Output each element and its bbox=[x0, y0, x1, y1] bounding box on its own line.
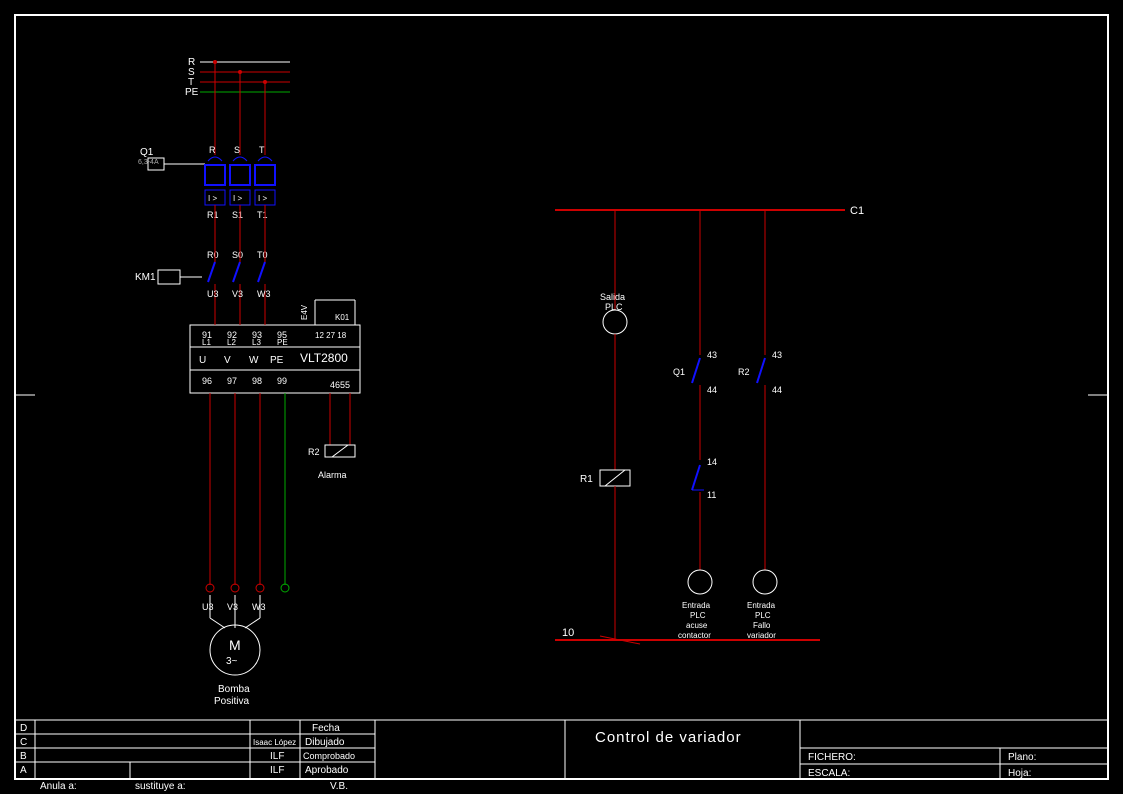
svg-text:Fecha: Fecha bbox=[312, 723, 340, 734]
svg-text:97: 97 bbox=[227, 376, 237, 386]
svg-text:U3: U3 bbox=[207, 289, 219, 299]
r2-alarm: Alarma bbox=[318, 470, 347, 480]
svg-text:Entrada: Entrada bbox=[747, 601, 776, 610]
drive-vlt2800: 91 92 93 95 12 27 18 L1 L2 L3 PE VLT2800… bbox=[190, 300, 360, 480]
motor-name-1: Bomba bbox=[218, 684, 250, 695]
cad-drawing-canvas: R S T PE Q1 6,3-4A R S T bbox=[0, 0, 1123, 794]
svg-text:Aprobado: Aprobado bbox=[305, 765, 349, 776]
svg-text:43: 43 bbox=[772, 350, 782, 360]
svg-text:variador: variador bbox=[747, 631, 776, 640]
svg-text:A: A bbox=[20, 765, 27, 776]
escala-label: ESCALA: bbox=[808, 768, 850, 779]
svg-text:11: 11 bbox=[707, 490, 716, 500]
svg-text:S1: S1 bbox=[232, 210, 243, 220]
svg-text:99: 99 bbox=[277, 376, 287, 386]
svg-text:T1: T1 bbox=[257, 210, 268, 220]
hoja-label: Hoja: bbox=[1008, 768, 1031, 779]
svg-text:D: D bbox=[20, 723, 27, 734]
svg-text:Fallo: Fallo bbox=[753, 621, 771, 630]
svg-text:I >: I > bbox=[208, 194, 217, 203]
svg-text:I >: I > bbox=[258, 194, 267, 203]
svg-text:W3: W3 bbox=[252, 602, 266, 612]
motor-phase: 3~ bbox=[226, 656, 238, 667]
svg-text:W: W bbox=[249, 355, 259, 366]
svg-text:44: 44 bbox=[772, 385, 782, 395]
motor: U3 V3 W3 M 3~ Bomba Positiva bbox=[202, 595, 266, 707]
svg-text:ILF: ILF bbox=[270, 765, 284, 776]
svg-text:U3: U3 bbox=[202, 602, 214, 612]
svg-text:L3: L3 bbox=[252, 338, 261, 347]
svg-text:96: 96 bbox=[202, 376, 212, 386]
svg-text:44: 44 bbox=[707, 385, 717, 395]
drawing-title: Control de variador bbox=[595, 729, 742, 746]
svg-text:E4V: E4V bbox=[300, 304, 309, 320]
bus-c1: C1 bbox=[850, 205, 864, 217]
svg-text:12 27 18: 12 27 18 bbox=[315, 331, 347, 340]
svg-text:S0: S0 bbox=[232, 250, 243, 260]
svg-text:43: 43 bbox=[707, 350, 717, 360]
svg-text:V: V bbox=[224, 355, 231, 366]
power-circuit: R S T PE Q1 6,3-4A R S T bbox=[135, 57, 360, 707]
contactor-km1: KM1 R0 S0 T0 U3 V3 W3 bbox=[135, 250, 271, 320]
svg-text:W3: W3 bbox=[257, 289, 271, 299]
breaker-q1: Q1 6,3-4A R S T I > I > I > R1 S1 T1 bbox=[138, 145, 275, 250]
svg-text:I >: I > bbox=[233, 194, 242, 203]
svg-text:acuse: acuse bbox=[686, 621, 708, 630]
svg-text:PE: PE bbox=[270, 355, 284, 366]
q1-aux: Q1 bbox=[673, 367, 685, 377]
svg-text:R0: R0 bbox=[207, 250, 219, 260]
sustituye-label: sustituye a: bbox=[135, 781, 186, 792]
svg-text:R1: R1 bbox=[207, 210, 219, 220]
drive-code: 4655 bbox=[330, 380, 350, 390]
motor-symbol: M bbox=[229, 637, 241, 653]
svg-text:Dibujado: Dibujado bbox=[305, 737, 345, 748]
svg-text:98: 98 bbox=[252, 376, 262, 386]
svg-text:B: B bbox=[20, 751, 27, 762]
phase-pe: PE bbox=[185, 87, 199, 98]
svg-text:C: C bbox=[20, 737, 27, 748]
svg-text:L1: L1 bbox=[202, 338, 211, 347]
svg-text:T0: T0 bbox=[257, 250, 268, 260]
r2-aux: R2 bbox=[738, 367, 750, 377]
svg-text:ILF: ILF bbox=[270, 751, 284, 762]
km1-label: KM1 bbox=[135, 272, 156, 283]
svg-text:Comprobado: Comprobado bbox=[303, 751, 355, 761]
svg-text:Isaac López: Isaac López bbox=[253, 738, 296, 747]
anula-label: Anula a: bbox=[40, 781, 77, 792]
svg-text:L2: L2 bbox=[227, 338, 236, 347]
motor-name-2: Positiva bbox=[214, 696, 249, 707]
svg-text:T: T bbox=[259, 145, 265, 155]
svg-text:Salida: Salida bbox=[600, 292, 625, 302]
q1-label: Q1 bbox=[140, 147, 154, 158]
drawing-frame bbox=[15, 15, 1108, 779]
drive-model: VLT2800 bbox=[300, 351, 348, 365]
svg-text:S: S bbox=[234, 145, 240, 155]
control-circuit: C1 10 Salida PLC R1 43 Q1 44 14 11 Entra… bbox=[555, 205, 864, 644]
plano-label: Plano: bbox=[1008, 752, 1036, 763]
svg-text:Entrada: Entrada bbox=[682, 601, 711, 610]
svg-text:PLC: PLC bbox=[755, 611, 771, 620]
svg-text:PE: PE bbox=[277, 338, 288, 347]
svg-text:R: R bbox=[209, 145, 216, 155]
svg-text:V3: V3 bbox=[232, 289, 243, 299]
r1-coil: R1 bbox=[580, 474, 593, 485]
title-block: D C B A Isaac López ILF ILF Fecha Dibuja… bbox=[15, 720, 1108, 792]
svg-text:V3: V3 bbox=[227, 602, 238, 612]
svg-text:14: 14 bbox=[707, 457, 717, 467]
svg-text:K01: K01 bbox=[335, 313, 350, 322]
svg-text:contactor: contactor bbox=[678, 631, 711, 640]
svg-text:V.B.: V.B. bbox=[330, 781, 348, 792]
bus-10: 10 bbox=[562, 627, 574, 639]
svg-text:PLC: PLC bbox=[690, 611, 706, 620]
fichero-label: FICHERO: bbox=[808, 752, 856, 763]
svg-text:U: U bbox=[199, 355, 206, 366]
r2-label: R2 bbox=[308, 447, 320, 457]
svg-text:PLC: PLC bbox=[605, 302, 623, 312]
